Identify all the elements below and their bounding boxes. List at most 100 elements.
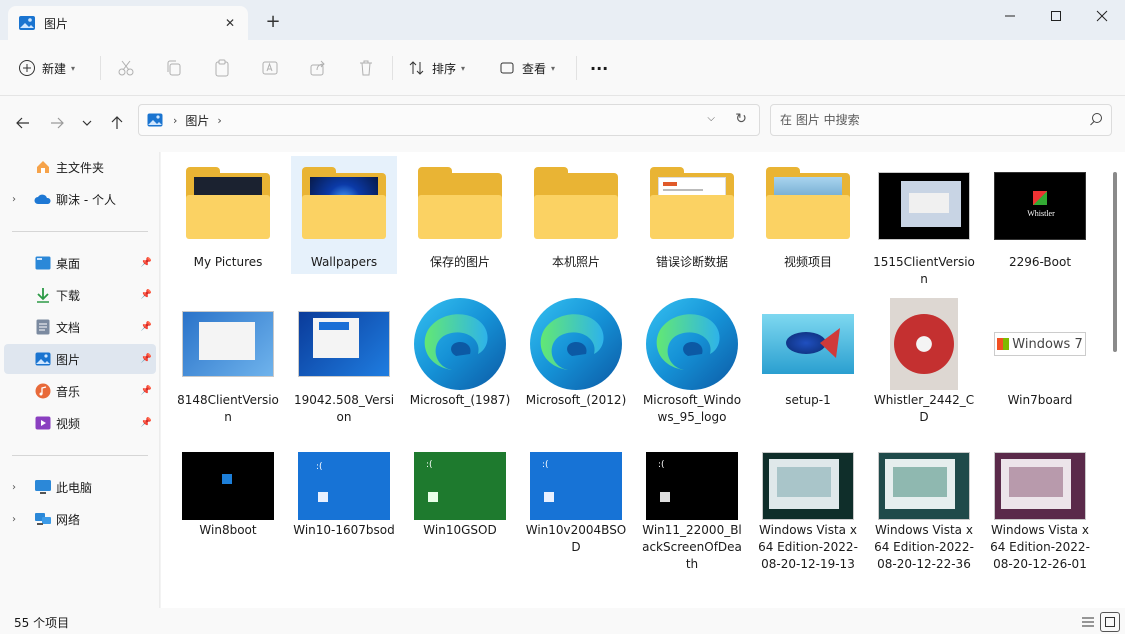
grid-item-camera-roll[interactable]: 本机照片 xyxy=(523,158,629,271)
grid-item-vista-2022-08-20-12-19-13[interactable]: Windows Vista x64 Edition-2022-08-20-12-… xyxy=(755,450,861,573)
maximize-icon xyxy=(1051,11,1061,21)
folder-icon xyxy=(755,158,861,254)
sidebar-item-this-pc[interactable]: › 此电脑 xyxy=(4,472,156,502)
cut-button[interactable] xyxy=(112,54,140,82)
item-name: Microsoft_(1987) xyxy=(409,393,511,407)
more-options-button[interactable]: ··· xyxy=(590,54,608,82)
sort-button[interactable]: 排序 ▾ xyxy=(408,54,465,82)
sidebar-item-downloads[interactable]: 下载 📌 xyxy=(4,280,156,310)
forward-button[interactable] xyxy=(44,110,70,136)
grid-item-microsoft-1987[interactable]: Microsoft_(1987) xyxy=(407,296,513,409)
refresh-icon[interactable]: ↻ xyxy=(735,111,747,127)
chevron-right-icon[interactable]: › xyxy=(12,482,16,493)
item-name: Microsoft_(2012) xyxy=(525,393,627,407)
up-button[interactable] xyxy=(104,110,130,136)
grid-item-microsoft-2012[interactable]: Microsoft_(2012) xyxy=(523,296,629,409)
grid-item-whistler-2442-cd[interactable]: Whistler_2442_CD xyxy=(871,296,977,426)
new-button[interactable]: 新建 ▾ xyxy=(18,54,75,82)
sidebar-item-music[interactable]: 音乐 📌 xyxy=(4,376,156,406)
sidebar-item-onedrive[interactable]: › 聊沫 - 个人 xyxy=(4,184,156,214)
pin-icon[interactable]: 📌 xyxy=(141,258,152,268)
item-name: Win10GSOD xyxy=(423,523,497,537)
large-icons-view-icon xyxy=(1105,617,1115,627)
view-button[interactable]: 查看 ▾ xyxy=(498,54,555,82)
grid-item-2296-boot[interactable]: Whistler 2296-Boot xyxy=(987,158,1093,271)
tab-pictures[interactable]: 图片 ✕ xyxy=(8,6,248,40)
grid-item-my-pictures[interactable]: My Pictures xyxy=(175,158,281,271)
grid-item-19042-508-version[interactable]: 19042.508_Version xyxy=(291,296,397,426)
pin-icon[interactable]: 📌 xyxy=(141,386,152,396)
item-name: Wallpapers xyxy=(310,255,378,269)
close-window-button[interactable] xyxy=(1079,0,1125,32)
image-thumbnail xyxy=(871,296,977,392)
sidebar-item-network[interactable]: › 网络 xyxy=(4,504,156,534)
grid-item-win10-1607bsod[interactable]: :( Win10-1607bsod xyxy=(291,450,397,539)
item-count: 55 个项目 xyxy=(14,616,70,630)
item-name: Win11_22000_BlackScreenOfDeath xyxy=(642,523,742,571)
delete-button[interactable] xyxy=(352,54,380,82)
grid-item-microsoft-windows-95-logo[interactable]: Microsoft_Windows_95_logo xyxy=(639,296,745,426)
details-view-button[interactable] xyxy=(1078,612,1098,632)
item-name: 1515ClientVersion xyxy=(873,255,975,286)
copy-button[interactable] xyxy=(160,54,188,82)
paste-button[interactable] xyxy=(208,54,236,82)
pin-icon[interactable]: 📌 xyxy=(141,290,152,300)
image-thumbnail xyxy=(755,296,861,392)
grid-item-win10v2004bsod[interactable]: :( Win10v2004BSOD xyxy=(523,450,629,556)
chevron-down-icon: ▾ xyxy=(551,63,556,73)
minimize-button[interactable] xyxy=(987,0,1033,32)
sidebar-item-videos[interactable]: 视频 📌 xyxy=(4,408,156,438)
grid-item-vista-2022-08-20-12-22-36[interactable]: Windows Vista x64 Edition-2022-08-20-12-… xyxy=(871,450,977,573)
recent-locations-button[interactable] xyxy=(74,110,100,136)
chevron-right-icon[interactable]: › xyxy=(12,514,16,525)
chevron-right-icon[interactable]: › xyxy=(12,194,16,205)
grid-item-wallpapers[interactable]: Wallpapers xyxy=(291,156,397,274)
grid-item-1515clientversion[interactable]: 1515ClientVersion xyxy=(871,158,977,288)
share-button[interactable] xyxy=(304,54,332,82)
new-tab-button[interactable]: + xyxy=(262,12,284,34)
breadcrumb-pictures[interactable]: 图片 xyxy=(185,112,209,129)
pin-icon[interactable]: 📌 xyxy=(141,322,152,332)
separator xyxy=(12,455,148,456)
close-tab-icon[interactable]: ✕ xyxy=(222,15,238,31)
maximize-button[interactable] xyxy=(1033,0,1079,32)
back-button[interactable] xyxy=(10,110,36,136)
breadcrumb-chevron-icon[interactable]: › xyxy=(173,114,177,127)
grid-item-win7board[interactable]: Windows 7 Win7board xyxy=(987,296,1093,409)
sidebar-item-desktop[interactable]: 桌面 📌 xyxy=(4,248,156,278)
grid-item-error-diagnostics[interactable]: 错误诊断数据 xyxy=(639,158,745,271)
folder-icon xyxy=(175,158,281,254)
grid-item-vista-2022-08-20-12-26-01[interactable]: Windows Vista x64 Edition-2022-08-20-12-… xyxy=(987,450,1093,573)
new-label: 新建 xyxy=(42,61,67,76)
breadcrumb-chevron-icon[interactable]: › xyxy=(217,114,221,127)
chevron-down-icon: ▾ xyxy=(71,63,76,73)
grid-item-win10gsod[interactable]: :( Win10GSOD xyxy=(407,450,513,539)
grid-item-saved-pictures[interactable]: 保存的图片 xyxy=(407,158,513,271)
item-name: Win10v2004BSOD xyxy=(525,523,627,554)
search-input[interactable] xyxy=(780,113,1081,127)
grid-item-video-projects[interactable]: 视频项目 xyxy=(755,158,861,271)
sidebar-item-home[interactable]: 主文件夹 xyxy=(4,152,156,182)
item-name: Win8boot xyxy=(199,523,257,537)
large-icons-view-button[interactable] xyxy=(1100,612,1120,632)
sidebar-item-pictures[interactable]: 图片 📌 xyxy=(4,344,156,374)
grid-item-setup-1[interactable]: setup-1 xyxy=(755,296,861,409)
pictures-icon xyxy=(34,351,52,367)
search-icon[interactable] xyxy=(1081,112,1111,129)
address-bar[interactable]: › 图片 › ⌵ ↻ xyxy=(138,104,760,136)
sidebar-item-documents[interactable]: 文档 📌 xyxy=(4,312,156,342)
sort-icon xyxy=(409,61,424,75)
pin-icon[interactable]: 📌 xyxy=(141,418,152,428)
pin-icon[interactable]: 📌 xyxy=(141,354,152,364)
grid-item-win11-22000-blackscreenofdeath[interactable]: :( Win11_22000_BlackScreenOfDeath xyxy=(639,450,745,573)
item-name: setup-1 xyxy=(785,393,831,407)
vertical-scrollbar-thumb[interactable] xyxy=(1113,172,1117,352)
image-thumbnail: :( xyxy=(639,450,745,522)
grid-item-8148clientversion[interactable]: 8148ClientVersion xyxy=(175,296,281,426)
edge-logo-icon xyxy=(407,296,513,392)
rename-button[interactable] xyxy=(256,54,284,82)
address-history-dropdown-icon[interactable]: ⌵ xyxy=(707,113,715,124)
separator xyxy=(12,231,148,232)
grid-item-win8boot[interactable]: Win8boot xyxy=(175,450,281,539)
item-name: 19042.508_Version xyxy=(293,393,395,424)
